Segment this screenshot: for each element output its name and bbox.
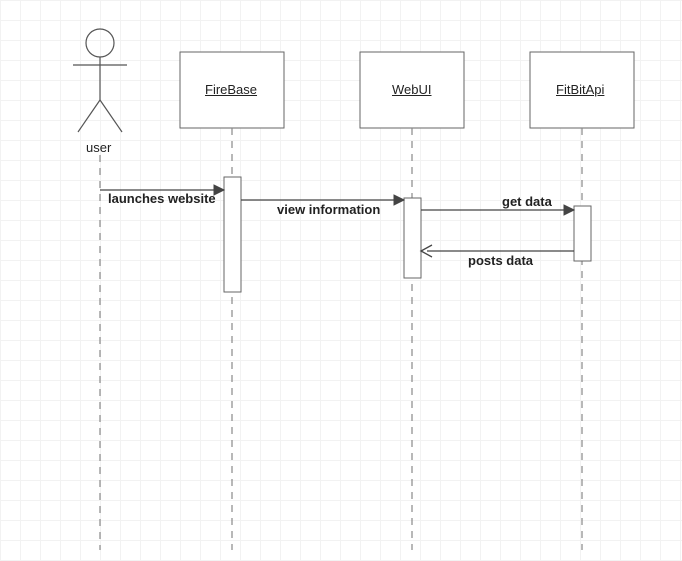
actor-user [73,29,127,132]
actor-user-label: user [86,140,111,155]
message-launches-website-label: launches website [108,191,216,206]
participant-fitbitapi-label: FitBitApi [556,82,604,97]
message-posts-data-label: posts data [468,253,533,268]
participant-firebase-label: FireBase [205,82,257,97]
activation-webui [404,198,421,278]
activation-fitbitapi [574,206,591,261]
message-view-information-label: view information [277,202,380,217]
message-get-data-label: get data [502,194,552,209]
activation-firebase [224,177,241,292]
participant-webui-label: WebUI [392,82,432,97]
